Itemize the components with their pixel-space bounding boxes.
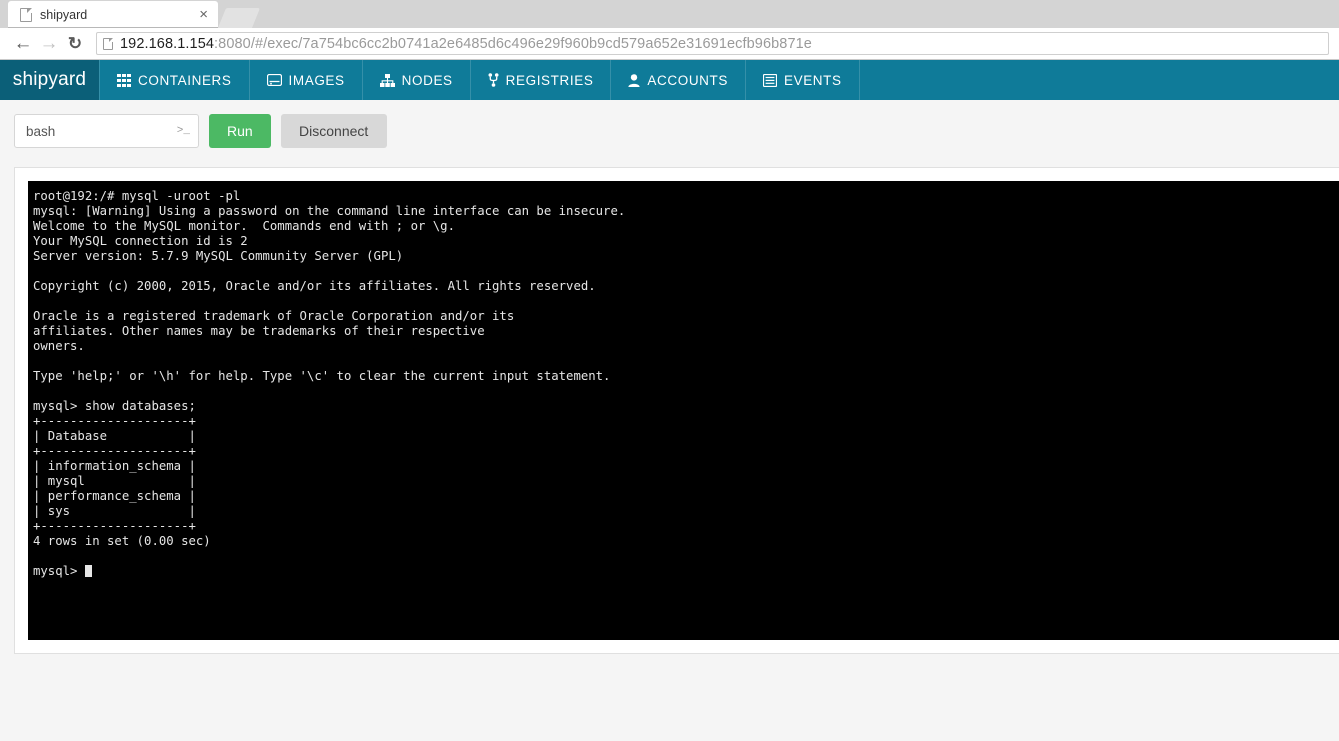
command-input-wrapper: >_ (14, 114, 199, 148)
grid-icon (117, 73, 131, 87)
run-button[interactable]: Run (209, 114, 271, 148)
navbar-items: CONTAINERS IMAGES NODES REGISTRIES ACCOU (99, 60, 860, 100)
address-bar-host: 192.168.1.154 (120, 35, 215, 52)
address-bar[interactable]: 192.168.1.154:8080/#/exec/7a754bc6cc2b07… (96, 32, 1329, 55)
terminal-console[interactable]: root@192:/# mysql -uroot -pl mysql: [War… (28, 181, 1339, 640)
page-icon (103, 37, 113, 50)
command-input[interactable] (14, 114, 199, 148)
nav-item-containers[interactable]: CONTAINERS (99, 60, 250, 100)
address-bar-path: :8080/#/exec/7a754bc6cc2b0741a2e6485d6c4… (214, 35, 812, 52)
browser-chrome: shipyard × ← → ↻ 192.168.1.154:8080/#/ex… (0, 0, 1339, 60)
reload-icon[interactable]: ↻ (62, 35, 88, 52)
new-tab-button[interactable] (217, 8, 261, 28)
sitemap-icon (379, 73, 395, 87)
browser-toolbar: ← → ↻ 192.168.1.154:8080/#/exec/7a754bc6… (0, 28, 1339, 60)
nav-item-accounts[interactable]: ACCOUNTS (611, 60, 746, 100)
nav-item-events[interactable]: EVENTS (746, 60, 860, 100)
back-icon[interactable]: ← (10, 34, 36, 53)
address-bar-url: 192.168.1.154:8080/#/exec/7a754bc6cc2b07… (120, 36, 812, 52)
nav-item-label: CONTAINERS (138, 72, 232, 88)
forward-icon[interactable]: → (36, 34, 62, 53)
nav-item-label: NODES (401, 72, 453, 88)
terminal-cursor (84, 565, 92, 577)
terminal-output: root@192:/# mysql -uroot -pl mysql: [War… (33, 189, 626, 578)
disconnect-button[interactable]: Disconnect (280, 114, 387, 148)
nav-item-label: REGISTRIES (505, 72, 594, 88)
nav-item-label: IMAGES (288, 72, 345, 88)
nav-item-images[interactable]: IMAGES (250, 60, 363, 100)
hard-drive-icon (266, 74, 282, 86)
nav-item-label: EVENTS (783, 72, 842, 88)
nav-item-label: ACCOUNTS (647, 72, 728, 88)
nav-item-nodes[interactable]: NODES (363, 60, 471, 100)
browser-tab-shipyard[interactable]: shipyard × (8, 1, 218, 28)
terminal-panel: root@192:/# mysql -uroot -pl mysql: [War… (14, 167, 1339, 654)
user-icon (628, 73, 641, 87)
browser-tab-title: shipyard (40, 7, 88, 22)
page-icon (20, 7, 32, 22)
exec-toolbar: >_ Run Disconnect (0, 100, 1339, 162)
close-icon[interactable]: × (197, 7, 210, 22)
brand-logo[interactable]: shipyard (0, 60, 99, 100)
browser-tabstrip: shipyard × (0, 0, 1339, 28)
code-fork-icon (488, 73, 499, 87)
nav-item-registries[interactable]: REGISTRIES (471, 60, 612, 100)
app-navbar: shipyard CONTAINERS IMAGES NODES REGISTR… (0, 60, 1339, 100)
list-icon (762, 73, 777, 87)
